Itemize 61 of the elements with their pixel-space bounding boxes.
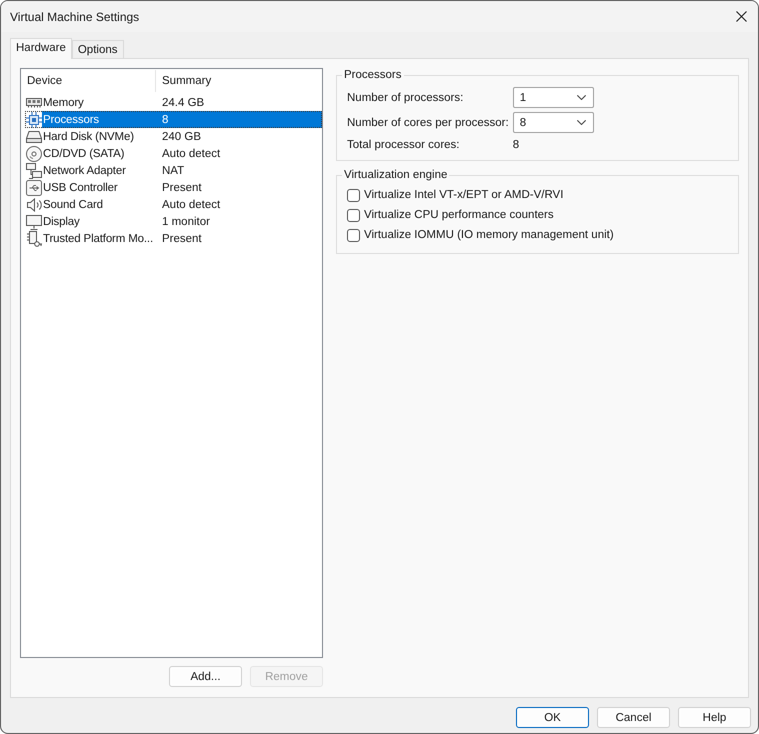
summary-cell-text: Auto detect bbox=[161, 146, 222, 162]
speaker-icon bbox=[26, 198, 42, 212]
device-row[interactable]: Display 1 monitor bbox=[25, 213, 322, 230]
group-title: Virtualization engine bbox=[343, 168, 448, 182]
cancel-button[interactable]: Cancel bbox=[597, 707, 670, 728]
field-label: Total processor cores: bbox=[347, 139, 460, 151]
summary-cell-text: Present bbox=[161, 180, 203, 196]
help-button[interactable]: Help bbox=[678, 707, 751, 728]
device-row[interactable]: USB Controller Present bbox=[25, 179, 322, 196]
summary-cell-text: 24.4 GB bbox=[161, 96, 206, 110]
device-cell-text: Memory bbox=[42, 96, 85, 110]
summary-cell-text: Auto detect bbox=[161, 198, 222, 212]
checkbox-label[interactable]: Virtualize IOMMU (IO memory management unit) bbox=[364, 229, 614, 241]
usb-icon bbox=[26, 180, 42, 196]
disc-icon bbox=[26, 146, 42, 162]
field-label: Number of processors: bbox=[347, 92, 464, 104]
device-cell-text: CD/DVD (SATA) bbox=[42, 146, 126, 162]
column-header[interactable]: Device bbox=[21, 70, 156, 92]
device-row[interactable]: Sound Card Auto detect bbox=[25, 196, 322, 213]
network-icon bbox=[26, 162, 42, 178]
device-cell-text: Network Adapter bbox=[42, 164, 127, 178]
checkbox[interactable] bbox=[347, 188, 360, 202]
column-header[interactable]: Summary bbox=[156, 69, 212, 93]
memory-module-icon bbox=[26, 98, 42, 108]
field-label: Number of cores per processor: bbox=[347, 116, 509, 128]
device-row[interactable]: Trusted Platform Mo... Present bbox=[25, 230, 322, 247]
device-cell-text: Sound Card bbox=[42, 198, 104, 212]
device-row[interactable]: Memory 24.4 GB bbox=[25, 94, 322, 111]
group-title: Processors bbox=[343, 68, 403, 82]
total-cores-value: 8 bbox=[512, 138, 520, 153]
device-row[interactable]: Network Adapter NAT bbox=[25, 162, 322, 179]
summary-cell-text: Present bbox=[161, 232, 203, 246]
ok-button[interactable]: OK bbox=[516, 707, 589, 728]
close-icon bbox=[736, 11, 746, 22]
checkbox[interactable] bbox=[347, 208, 360, 222]
device-cell-text: USB Controller bbox=[42, 180, 119, 196]
summary-cell-text: 240 GB bbox=[161, 130, 202, 144]
count-dropdown[interactable]: 1 bbox=[512, 87, 594, 108]
checkbox[interactable] bbox=[347, 228, 360, 242]
count-dropdown[interactable]: 8 bbox=[512, 112, 594, 133]
summary-cell-text: 1 monitor bbox=[161, 214, 211, 230]
device-cell: Processors bbox=[42, 111, 156, 128]
window-title: Virtual Machine Settings bbox=[10, 10, 140, 24]
device-cell-text: Display bbox=[42, 214, 81, 230]
hard-disk-icon bbox=[26, 130, 42, 142]
add-button[interactable]: Add... bbox=[169, 666, 242, 687]
chevron-down-icon bbox=[576, 95, 586, 100]
device-row[interactable]: Hard Disk (NVMe) 240 GB bbox=[25, 128, 322, 145]
summary-cell: 8 bbox=[156, 111, 322, 128]
tab[interactable]: Hardware bbox=[10, 38, 72, 59]
chip-key-icon bbox=[26, 230, 42, 246]
chevron-down-icon bbox=[576, 120, 586, 125]
tab[interactable]: Options bbox=[72, 40, 124, 58]
checkbox-label[interactable]: Virtualize Intel VT-x/EPT or AMD-V/RVI bbox=[364, 189, 564, 201]
summary-cell-text: NAT bbox=[161, 164, 186, 178]
monitor-icon bbox=[26, 214, 42, 230]
device-row[interactable]: CD/DVD (SATA) Auto detect bbox=[25, 145, 322, 162]
device-row[interactable]: Processors 8 bbox=[25, 111, 322, 128]
checkbox-label[interactable]: Virtualize CPU performance counters bbox=[364, 209, 554, 221]
device-cell-text: Hard Disk (NVMe) bbox=[42, 130, 135, 144]
device-cell-text: Trusted Platform Mo... bbox=[42, 232, 154, 246]
